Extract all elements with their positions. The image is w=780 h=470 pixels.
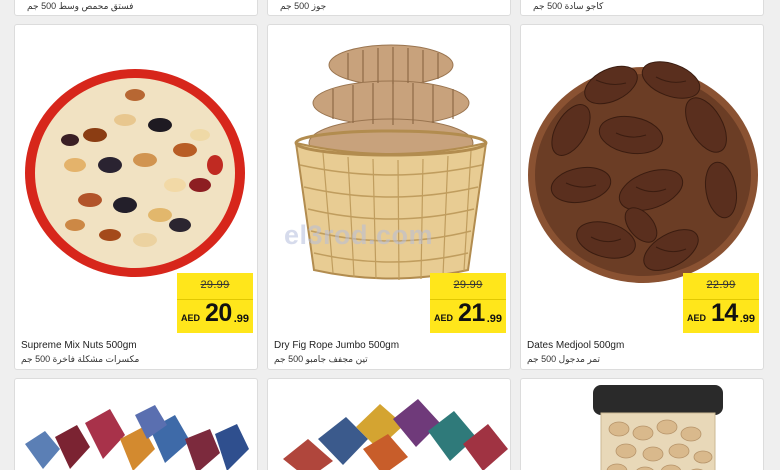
currency-label: AED xyxy=(434,313,454,323)
product-card-top-2[interactable]: جوز 500 جم xyxy=(267,0,511,16)
product-arabic-name: مكسرات مشكلة فاخرة 500 جم xyxy=(21,354,140,364)
old-price: 29.99 xyxy=(453,279,483,291)
product-image-jar xyxy=(521,379,763,470)
currency-label: AED xyxy=(687,313,707,323)
product-arabic-name: فستق محمص وسط 500 جم xyxy=(27,1,134,11)
price-fraction: .99 xyxy=(486,313,502,325)
product-arabic-name: تين مجفف جامبو 500 جم xyxy=(274,354,368,364)
price-main: 14 xyxy=(711,299,738,327)
product-image-candies xyxy=(268,379,510,470)
product-card-top-3[interactable]: كاجو سادة 500 جم xyxy=(520,0,764,16)
product-arabic-name: تمر مدجول 500 جم xyxy=(527,354,601,364)
product-arabic-name: كاجو سادة 500 جم xyxy=(533,1,604,11)
product-name: Dates Medjool 500gm xyxy=(527,340,625,351)
product-name: Dry Fig Rope Jumbo 500gm xyxy=(274,340,400,351)
product-card-dates[interactable]: 22.99 AED 14 .99 Dates Medjool 500gm تمر… xyxy=(520,24,764,370)
currency-label: AED xyxy=(181,313,201,323)
price-tag: 29.99 AED 20 .99 xyxy=(177,273,253,333)
watermark-text: el3rod.com xyxy=(284,220,434,250)
product-card-bottom-1[interactable] xyxy=(14,378,258,470)
price-tag: 29.99 AED 21 .99 xyxy=(430,273,506,333)
price-tag: 22.99 AED 14 .99 xyxy=(683,273,759,333)
product-card-mix-nuts[interactable]: 29.99 AED 20 .99 Supreme Mix Nuts 500gm … xyxy=(14,24,258,370)
old-price: 22.99 xyxy=(706,279,736,291)
price-fraction: .99 xyxy=(739,313,755,325)
product-name: Supreme Mix Nuts 500gm xyxy=(21,340,137,351)
product-card-bottom-2[interactable] xyxy=(267,378,511,470)
price-fraction: .99 xyxy=(233,313,249,325)
price-main: 20 xyxy=(205,299,232,327)
price-main: 21 xyxy=(458,299,485,327)
product-arabic-name: جوز 500 جم xyxy=(280,1,327,11)
product-image-chocolates xyxy=(15,379,257,470)
product-card-bottom-3[interactable] xyxy=(520,378,764,470)
old-price: 29.99 xyxy=(200,279,230,291)
product-card-top-1[interactable]: فستق محمص وسط 500 جم xyxy=(14,0,258,16)
product-card-dry-fig[interactable]: 29.99 AED 21 .99 Dry Fig Rope Jumbo 500g… xyxy=(267,24,511,370)
